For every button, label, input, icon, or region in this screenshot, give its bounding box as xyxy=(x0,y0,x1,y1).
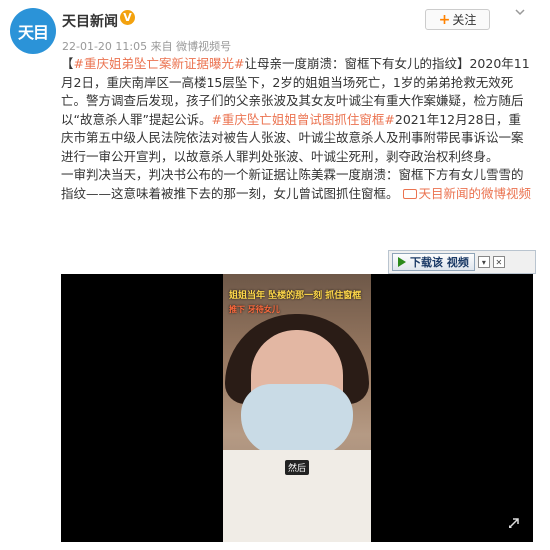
timestamp[interactable]: 22-01-20 11:05 xyxy=(62,40,147,53)
plus-icon: + xyxy=(438,11,451,28)
video-caption-top: 姐姐当年 坠楼的那一刻 抓住窗框 xyxy=(229,291,362,301)
video-frame: 姐姐当年 坠楼的那一刻 抓住窗框 推下 牙待女儿 然后 xyxy=(223,274,371,542)
paragraph-1: 【#重庆姐弟坠亡案新证据曝光#让母亲一度崩溃：窗框下有女儿的指纹】2020年11… xyxy=(61,55,533,166)
avatar-text: 天目 xyxy=(17,23,49,42)
video-player[interactable]: 姐姐当年 坠楼的那一刻 抓住窗框 推下 牙待女儿 然后 xyxy=(61,274,533,542)
expand-icon[interactable] xyxy=(507,516,521,530)
source-link[interactable]: 微博视频号 xyxy=(176,40,231,53)
avatar[interactable]: 天目 xyxy=(10,8,56,54)
video-icon xyxy=(402,188,417,199)
verified-badge-icon: V xyxy=(120,10,135,25)
frame-mask xyxy=(241,384,353,456)
paragraph-3: 一审判决当天，判决书公布的一个新证据让陈美霖一度崩溃：窗框下方有女儿雪雪的指纹—… xyxy=(61,166,533,203)
close-icon[interactable]: ✕ xyxy=(492,256,505,268)
download-label: 下载该 视频 xyxy=(410,256,469,269)
bracket-open: 【 xyxy=(61,56,74,71)
video-caption-second: 推下 牙待女儿 xyxy=(229,305,280,314)
video-subtitle: 然后 xyxy=(285,460,310,475)
hashtag-link-2[interactable]: #重庆坠亡姐姐曾试图抓住窗框# xyxy=(211,112,394,127)
post-body: 【#重庆姐弟坠亡案新证据曝光#让母亲一度崩溃：窗框下有女儿的指纹】2020年11… xyxy=(61,55,533,203)
weibo-post: 天目 天目新闻 V + 关注 22-01-20 11:05 来自 微博视频号 【… xyxy=(0,0,550,550)
download-video-button[interactable]: 下载该 视频 xyxy=(392,253,475,271)
follow-button[interactable]: + 关注 xyxy=(425,9,490,30)
author-name[interactable]: 天目新闻 xyxy=(62,11,118,31)
video-link-text: 天目新闻的微博视频 xyxy=(418,185,532,201)
video-link[interactable]: 天目新闻的微博视频 xyxy=(402,185,532,201)
post-meta: 22-01-20 11:05 来自 微博视频号 xyxy=(62,38,231,54)
chevron-down-icon[interactable] xyxy=(514,6,526,18)
dropdown-icon[interactable]: ▾ xyxy=(477,256,490,268)
verified-mark: V xyxy=(123,11,132,24)
via-prefix: 来自 xyxy=(150,40,173,53)
play-icon xyxy=(398,257,406,267)
hashtag-link[interactable]: #重庆姐弟坠亡案新证据曝光# xyxy=(74,56,245,71)
follow-label: 关注 xyxy=(452,13,477,27)
download-toolbar: 下载该 视频 ▾ ✕ xyxy=(388,250,536,274)
